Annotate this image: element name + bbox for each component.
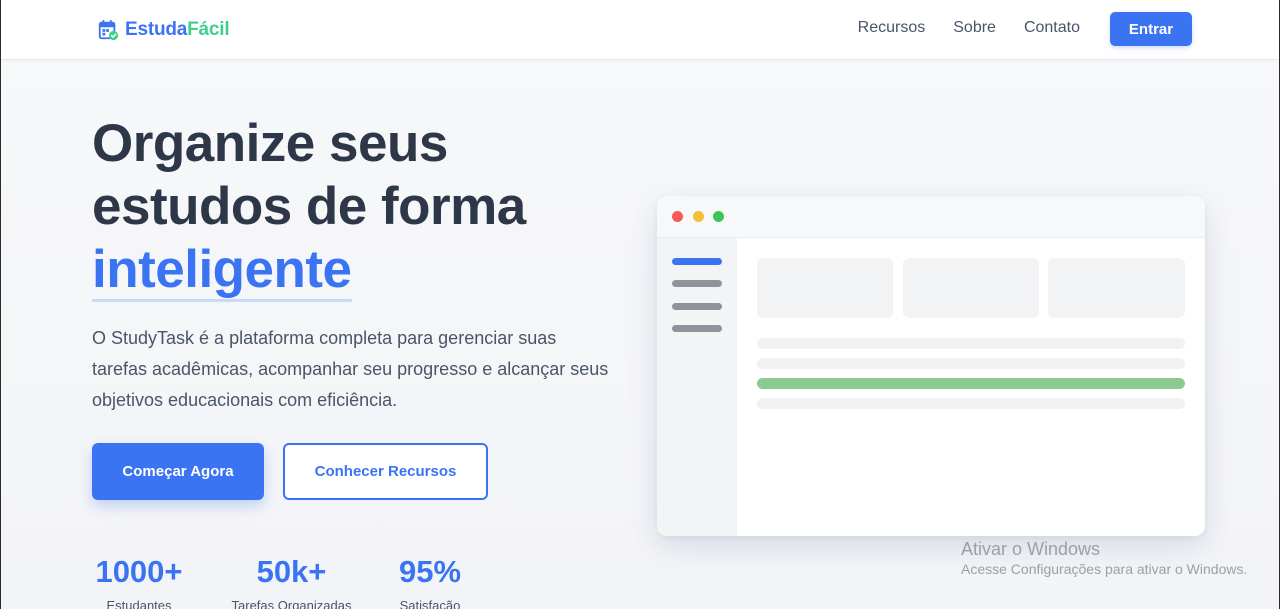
stat-satisfaction: 95% Satisfação <box>392 552 468 609</box>
watermark-title: Ativar o Windows <box>961 539 1101 559</box>
stat-label: Estudantes <box>106 598 172 609</box>
nav-link-contato[interactable]: Contato <box>1024 19 1080 37</box>
brand-logo[interactable]: EstudaFácil <box>97 17 230 43</box>
hero-title-line1: Organize seus <box>92 114 448 173</box>
page: EstudaFácil Recursos Sobre Contato Entra… <box>0 0 1280 609</box>
mockup-card <box>757 258 893 318</box>
mockup-row <box>757 338 1185 349</box>
brand-name: EstudaFácil <box>125 19 230 41</box>
hero-title-highlight: inteligente <box>92 240 352 302</box>
stat-value: 95% <box>398 554 462 589</box>
login-button[interactable]: Entrar <box>1110 12 1192 46</box>
brand-name-part2: Fácil <box>187 19 230 40</box>
top-navbar: EstudaFácil Recursos Sobre Contato Entra… <box>1 0 1279 60</box>
main-nav: Recursos Sobre Contato <box>858 19 1080 37</box>
window-dot-yellow <box>693 211 704 222</box>
explore-features-button[interactable]: Conhecer Recursos <box>283 443 488 500</box>
hero-title-line2: estudos de forma <box>92 177 526 236</box>
mockup-sidebar-item <box>672 280 722 287</box>
mockup-row <box>757 398 1185 409</box>
mockup-card <box>1048 258 1185 318</box>
calendar-check-icon <box>98 19 119 41</box>
mockup-row <box>757 358 1185 369</box>
stat-label: Tarefas Organizadas <box>231 598 352 609</box>
mockup-sidebar-item <box>672 303 722 310</box>
window-dot-red <box>672 211 683 222</box>
mockup-sidebar-item-active <box>672 258 722 265</box>
nav-link-sobre[interactable]: Sobre <box>953 19 996 37</box>
windows-activation-watermark: Ativar o Windows Acesse Configurações pa… <box>961 538 1247 578</box>
stat-students: 1000+ Estudantes <box>92 552 186 609</box>
mockup-progress-row <box>757 378 1185 389</box>
stat-tasks: 50k+ Tarefas Organizadas <box>224 552 359 609</box>
stat-value: 50k+ <box>256 554 327 589</box>
mockup-card <box>903 258 1039 318</box>
app-preview-mockup <box>657 196 1205 536</box>
brand-name-part1: Estuda <box>125 19 188 40</box>
watermark-subtitle: Acesse Configurações para ativar o Windo… <box>961 561 1248 577</box>
window-dot-green <box>713 211 724 222</box>
nav-link-recursos[interactable]: Recursos <box>858 19 926 37</box>
stat-value: 1000+ <box>95 554 183 589</box>
mockup-sidebar <box>657 238 737 536</box>
hero-title: Organize seus estudos de forma inteligen… <box>92 112 652 302</box>
mockup-titlebar <box>657 196 1205 238</box>
stat-label: Satisfação <box>399 598 461 609</box>
start-now-button[interactable]: Começar Agora <box>92 443 264 500</box>
hero-description: O StudyTask é a plataforma completa para… <box>92 328 609 410</box>
mockup-sidebar-item <box>672 325 722 332</box>
